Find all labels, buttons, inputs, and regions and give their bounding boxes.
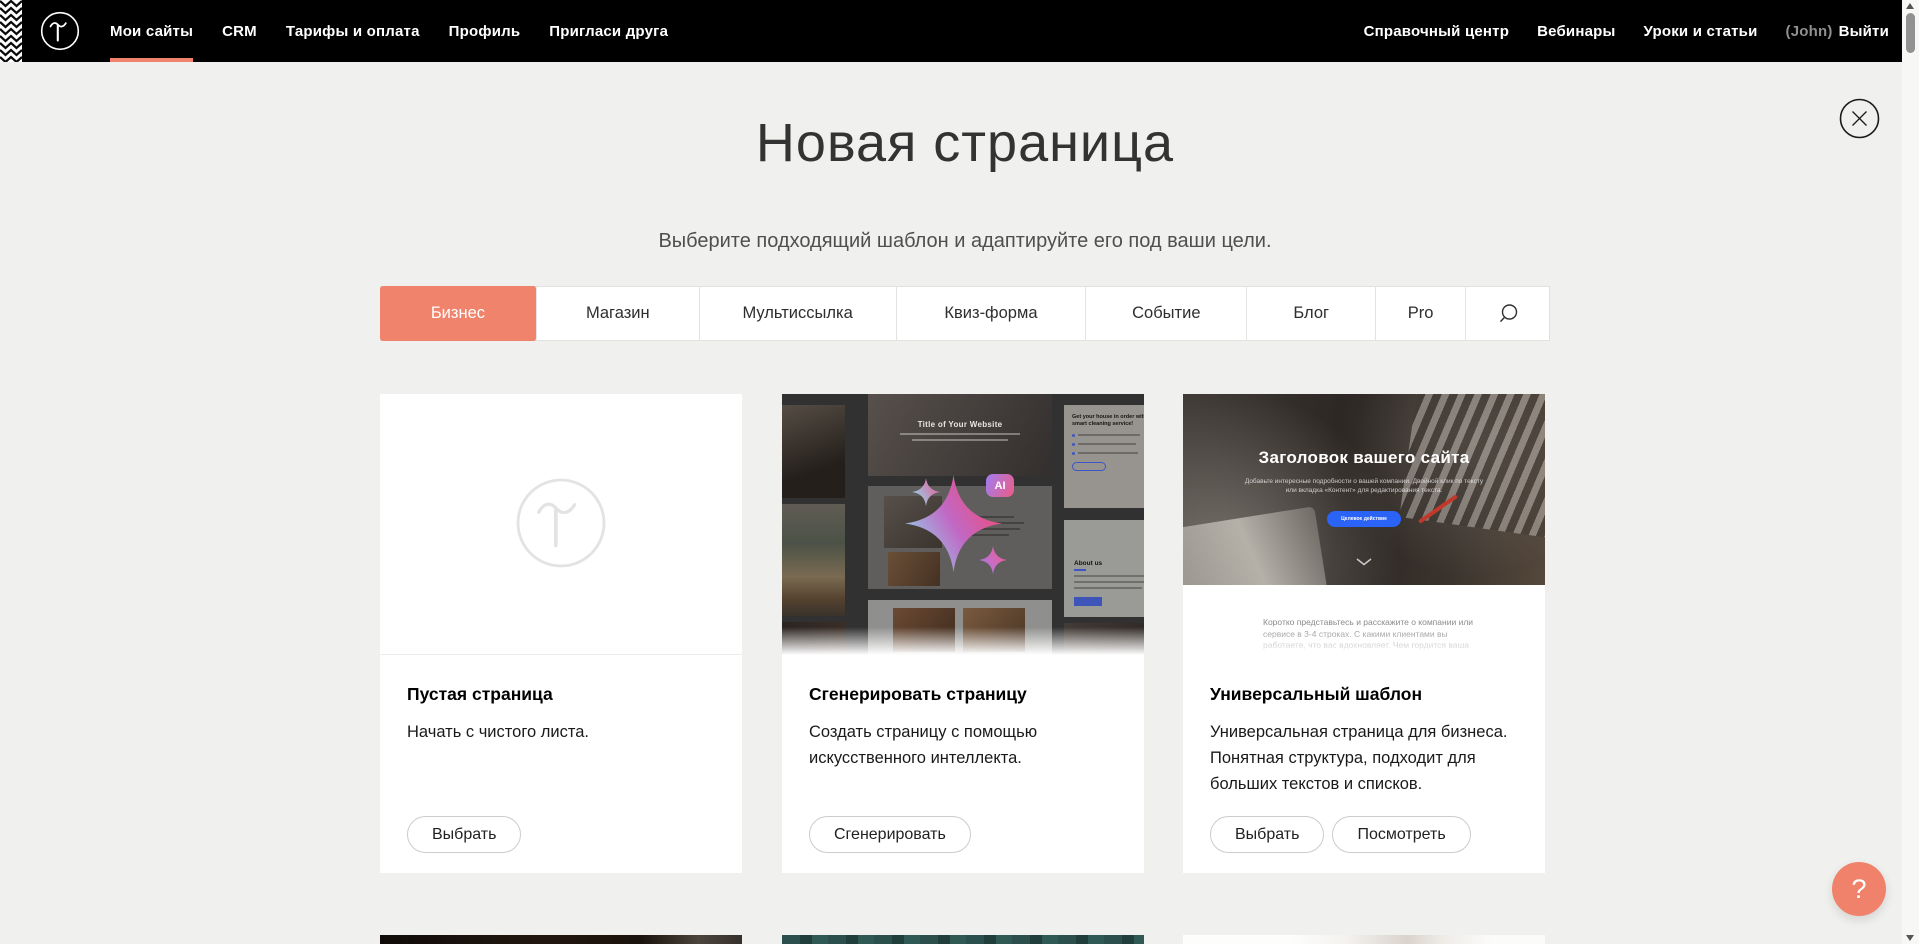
template-category-tabs: Бизнес Магазин Мультиссылка Квиз-форма С… — [380, 286, 1550, 341]
nav-profile-label: Профиль — [449, 23, 521, 40]
tab-business[interactable]: Бизнес — [380, 286, 537, 341]
ai-badge: AI — [986, 474, 1014, 497]
chevron-down-icon — [1356, 558, 1372, 566]
page-subtitle: Выберите подходящий шаблон и адаптируйте… — [380, 230, 1550, 253]
choose-button[interactable]: Выбрать — [1210, 816, 1324, 853]
tab-quiz-form-label: Квиз-форма — [944, 304, 1037, 323]
tab-shop[interactable]: Магазин — [537, 287, 700, 340]
card-description: Начать с чистого листа. — [407, 719, 712, 745]
ai-sparkle-small-icon — [912, 478, 940, 506]
collage-about-title: About us — [1074, 560, 1144, 567]
collage-cleaning-title: Get your house in order with a smart cle… — [1072, 414, 1144, 428]
tilda-watermark-icon — [514, 476, 608, 570]
question-icon: ? — [1851, 874, 1866, 904]
scroll-down-arrow-icon[interactable] — [1906, 935, 1914, 941]
card-description: Универсальная страница для бизнеса. Поня… — [1210, 719, 1515, 797]
help-button[interactable]: ? — [1832, 862, 1886, 916]
template-hero-title: Заголовок вашего сайта — [1183, 448, 1545, 468]
next-row-card-preview[interactable] — [782, 935, 1144, 944]
page-title: Новая страница — [380, 112, 1550, 174]
template-card-blank: Пустая страница Начать с чистого листа. … — [380, 394, 742, 873]
tab-event[interactable]: Событие — [1086, 287, 1247, 340]
tab-multilink[interactable]: Мультиссылка — [700, 287, 897, 340]
zigzag-pattern-icon — [0, 0, 22, 62]
nav-crm[interactable]: CRM — [222, 0, 257, 62]
collage-hero-thumb: Title of Your Website — [868, 394, 1052, 476]
card-title: Сгенерировать страницу — [809, 684, 1120, 705]
template-card-universal: Заголовок вашего сайта Добавьте интересн… — [1183, 394, 1545, 873]
scrollbar-thumb[interactable] — [1906, 13, 1915, 53]
ai-preview-collage: Title of Your Website G — [782, 394, 1144, 655]
nav-invite-friend-label: Пригласи друга — [549, 23, 668, 40]
nav-webinars[interactable]: Вебинары — [1537, 0, 1615, 62]
nav-help-center[interactable]: Справочный центр — [1364, 0, 1510, 62]
choose-button[interactable]: Выбрать — [407, 816, 521, 853]
tilda-logo-icon[interactable] — [40, 11, 80, 51]
card-description: Создать страницу с помощью искусственног… — [809, 719, 1114, 771]
tab-event-label: Событие — [1132, 304, 1200, 323]
generate-button[interactable]: Сгенерировать — [809, 816, 971, 853]
collage-about-thumb: About us — [1064, 520, 1144, 617]
tab-pro-label: Pro — [1408, 304, 1434, 323]
nav-my-sites-label: Мои сайты — [110, 23, 193, 40]
new-page-dialog: Мои сайты CRM Тарифы и оплата Профиль Пр… — [0, 0, 1919, 944]
nav-lessons-label: Уроки и статьи — [1644, 23, 1758, 40]
laptop-photo-shape — [1183, 506, 1330, 585]
nav-invite-friend[interactable]: Пригласи друга — [549, 0, 668, 62]
preview-fade — [1183, 627, 1545, 655]
tab-business-label: Бизнес — [431, 304, 485, 323]
tab-search[interactable] — [1466, 287, 1549, 340]
card-title: Универсальный шаблон — [1210, 684, 1521, 705]
secondary-nav: Справочный центр Вебинары Уроки и статьи… — [1364, 0, 1889, 62]
nav-crm-label: CRM — [222, 23, 257, 40]
next-row-card-preview[interactable] — [380, 935, 742, 944]
text-placeholder-bar — [912, 439, 1008, 441]
preview-fade — [782, 627, 1144, 655]
template-hero-subtitle: Добавьте интересные подробности о вашей … — [1244, 477, 1484, 495]
tab-multilink-label: Мультиссылка — [742, 304, 852, 323]
text-placeholder-bar — [900, 433, 1020, 435]
collage-pill-button — [1072, 462, 1106, 471]
card-actions: Сгенерировать — [809, 816, 971, 853]
template-hero: Заголовок вашего сайта Добавьте интересн… — [1183, 394, 1545, 585]
ai-sparkle-small-icon — [979, 546, 1007, 574]
collage-blue-button — [1074, 597, 1102, 606]
template-cta-button: Целевое действие — [1327, 511, 1401, 527]
nav-help-center-label: Справочный центр — [1364, 23, 1510, 40]
universal-preview: Заголовок вашего сайта Добавьте интересн… — [1183, 394, 1545, 655]
tab-blog-label: Блог — [1293, 304, 1329, 323]
nav-webinars-label: Вебинары — [1537, 23, 1615, 40]
nav-logout[interactable]: (John) Выйти — [1786, 0, 1889, 62]
view-button[interactable]: Посмотреть — [1332, 816, 1470, 853]
page-scrollbar[interactable] — [1902, 0, 1919, 944]
top-nav-bar: Мои сайты CRM Тарифы и оплата Профиль Пр… — [0, 0, 1902, 62]
next-row-card-preview[interactable] — [1183, 935, 1545, 944]
nav-pricing[interactable]: Тарифы и оплата — [286, 0, 420, 62]
scroll-up-arrow-icon[interactable] — [1906, 3, 1914, 9]
tab-blog[interactable]: Блог — [1247, 287, 1376, 340]
nav-profile[interactable]: Профиль — [449, 0, 521, 62]
tab-shop-label: Магазин — [586, 304, 650, 323]
close-button[interactable] — [1839, 98, 1880, 139]
blank-preview — [380, 394, 742, 655]
collage-cleaning-thumb: Get your house in order with a smart cle… — [1064, 405, 1144, 508]
tab-pro[interactable]: Pro — [1376, 287, 1466, 340]
logout-label: Выйти — [1839, 23, 1889, 40]
user-name: (John) — [1786, 23, 1833, 40]
tab-quiz-form[interactable]: Квиз-форма — [897, 287, 1087, 340]
template-card-ai-generate: Title of Your Website G — [782, 394, 1144, 873]
card-actions: Выбрать Посмотреть — [1210, 816, 1471, 853]
collage-site-title: Title of Your Website — [868, 420, 1052, 429]
main-nav: Мои сайты CRM Тарифы и оплата Профиль Пр… — [110, 0, 668, 62]
search-icon — [1497, 303, 1519, 325]
nav-lessons[interactable]: Уроки и статьи — [1644, 0, 1758, 62]
card-actions: Выбрать — [407, 816, 521, 853]
close-icon — [1853, 112, 1867, 126]
nav-pricing-label: Тарифы и оплата — [286, 23, 420, 40]
collage-photo-desk — [782, 405, 845, 498]
nav-my-sites[interactable]: Мои сайты — [110, 0, 193, 62]
card-title: Пустая страница — [407, 684, 718, 705]
collage-photo-livingroom — [782, 504, 845, 616]
